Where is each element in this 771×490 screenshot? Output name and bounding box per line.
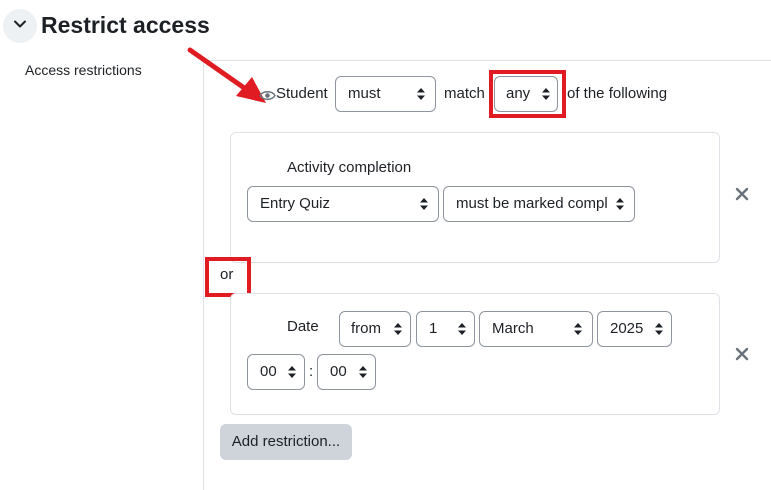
must-select-value: must: [348, 85, 381, 102]
select-caret-icon: [458, 312, 466, 346]
hour-select[interactable]: 00: [247, 354, 305, 390]
minute-select[interactable]: 00: [317, 354, 376, 390]
year-value: 2025: [610, 320, 644, 337]
date-label: Date: [287, 318, 319, 335]
of-the-following-label: of the following: [567, 85, 668, 102]
date-direction-select[interactable]: from: [339, 311, 411, 347]
select-caret-icon: [655, 312, 663, 346]
close-icon[interactable]: [735, 185, 749, 205]
collapse-section-button[interactable]: [3, 9, 37, 43]
select-caret-icon: [417, 77, 425, 111]
condition-label: Activity completion: [287, 159, 412, 176]
select-caret-icon: [542, 77, 550, 111]
select-caret-icon: [359, 355, 367, 389]
operator-label: or: [220, 266, 234, 283]
day-value: 1: [429, 320, 438, 337]
eye-icon[interactable]: [259, 89, 276, 107]
direction-value: from: [351, 320, 381, 337]
year-select[interactable]: 2025: [597, 311, 672, 347]
add-restriction-button[interactable]: Add restriction...: [220, 424, 352, 460]
student-label: Student: [276, 85, 328, 102]
minute-value: 00: [330, 363, 347, 380]
activity-select-value: Entry Quiz: [260, 195, 331, 212]
close-icon[interactable]: [735, 345, 749, 365]
completion-state-value: must be marked compl: [456, 195, 608, 212]
completion-state-select[interactable]: must be marked compl: [443, 186, 635, 222]
select-caret-icon: [288, 355, 296, 389]
month-value: March: [492, 320, 534, 337]
select-caret-icon: [574, 312, 582, 346]
activity-select[interactable]: Entry Quiz: [247, 186, 439, 222]
month-select[interactable]: March: [479, 311, 593, 347]
match-label: match: [444, 85, 485, 102]
select-caret-icon: [420, 187, 428, 221]
section-title: Restrict access: [41, 12, 210, 38]
day-select[interactable]: 1: [416, 311, 475, 347]
select-caret-icon: [612, 187, 624, 221]
select-caret-icon: [394, 312, 402, 346]
chevron-down-icon: [12, 16, 28, 37]
must-select[interactable]: must: [335, 76, 436, 112]
hour-value: 00: [260, 363, 277, 380]
time-separator: :: [309, 363, 314, 380]
access-restrictions-label: Access restrictions: [25, 62, 142, 78]
any-select-value: any: [506, 85, 531, 102]
any-select[interactable]: any: [494, 76, 558, 112]
